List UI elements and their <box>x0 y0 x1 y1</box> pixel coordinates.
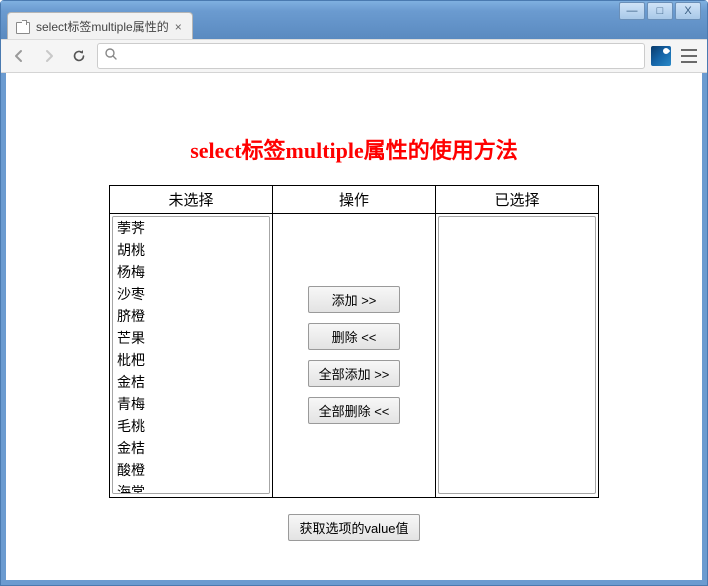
ops-panel: 添加 >> 删除 << 全部添加 >> 全部删除 << <box>275 216 433 494</box>
list-item[interactable]: 脐橙 <box>113 305 269 327</box>
list-item[interactable]: 胡桃 <box>113 239 269 261</box>
menu-icon[interactable] <box>681 49 697 63</box>
get-value-button[interactable]: 获取选项的value值 <box>288 514 419 541</box>
header-ops: 操作 <box>273 186 436 214</box>
transfer-table: 未选择 操作 已选择 荸荠胡桃杨梅沙枣脐橙芒果枇杷金桔青梅毛桃金桔酸橙海棠槟榔杨… <box>109 185 599 498</box>
tabstrip: select标签multiple属性的 × <box>1 11 707 39</box>
remove-all-button[interactable]: 全部删除 << <box>308 397 401 424</box>
back-button[interactable] <box>7 44 31 68</box>
list-item[interactable]: 海棠 <box>113 481 269 494</box>
address-bar[interactable] <box>97 43 645 69</box>
browser-window: — □ X select标签multiple属性的 × <box>0 0 708 586</box>
titlebar <box>1 1 707 11</box>
list-item[interactable]: 芒果 <box>113 327 269 349</box>
header-unselected: 未选择 <box>110 186 273 214</box>
list-item[interactable]: 酸橙 <box>113 459 269 481</box>
add-all-button[interactable]: 全部添加 >> <box>308 360 401 387</box>
page-icon <box>16 20 30 34</box>
add-button[interactable]: 添加 >> <box>308 286 400 313</box>
extension-icon[interactable] <box>651 46 671 66</box>
minimize-button[interactable]: — <box>619 2 645 20</box>
list-item[interactable]: 荸荠 <box>113 217 269 239</box>
tab-close-icon[interactable]: × <box>175 20 182 34</box>
list-item[interactable]: 金桔 <box>113 371 269 393</box>
close-window-button[interactable]: X <box>675 2 701 20</box>
forward-button[interactable] <box>37 44 61 68</box>
list-item[interactable]: 毛桃 <box>113 415 269 437</box>
browser-tab[interactable]: select标签multiple属性的 × <box>7 12 193 39</box>
list-item[interactable]: 枇杷 <box>113 349 269 371</box>
header-selected: 已选择 <box>436 186 599 214</box>
reload-button[interactable] <box>67 44 91 68</box>
unselected-select[interactable]: 荸荠胡桃杨梅沙枣脐橙芒果枇杷金桔青梅毛桃金桔酸橙海棠槟榔杨桃 <box>112 216 270 494</box>
tab-title: select标签multiple属性的 <box>36 18 169 35</box>
maximize-button[interactable]: □ <box>647 2 673 20</box>
page-content: select标签multiple属性的使用方法 未选择 操作 已选择 荸荠胡桃杨… <box>6 73 702 580</box>
window-controls: — □ X <box>619 2 701 20</box>
toolbar <box>1 39 707 73</box>
list-item[interactable]: 青梅 <box>113 393 269 415</box>
list-item[interactable]: 杨梅 <box>113 261 269 283</box>
remove-button[interactable]: 删除 << <box>308 323 400 350</box>
list-item[interactable]: 沙枣 <box>113 283 269 305</box>
list-item[interactable]: 金桔 <box>113 437 269 459</box>
search-icon <box>104 47 118 65</box>
selected-select[interactable] <box>438 216 596 494</box>
page-title: select标签multiple属性的使用方法 <box>6 133 702 165</box>
